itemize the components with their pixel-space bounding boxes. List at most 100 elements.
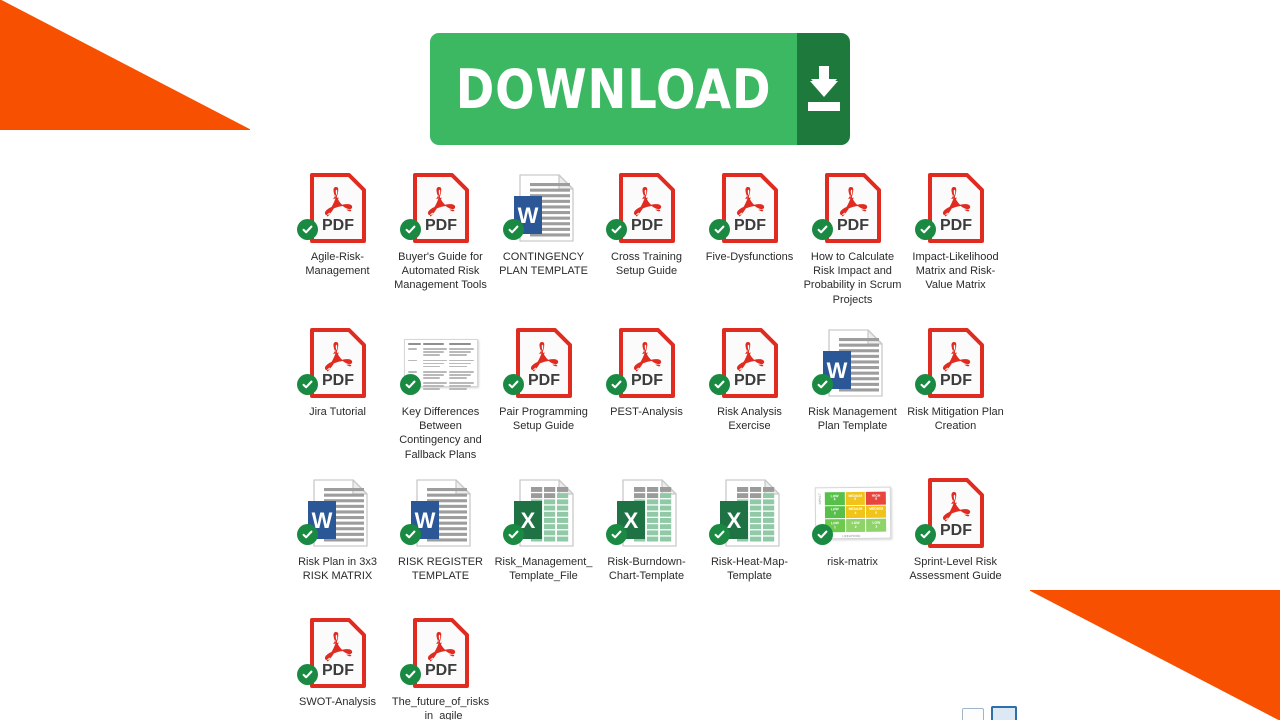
- file-thumbnail[interactable]: W: [810, 325, 896, 401]
- file-thumbnail[interactable]: PDF: [295, 325, 381, 401]
- file-thumbnail[interactable]: W: [295, 475, 381, 551]
- check-circle-icon: [296, 524, 318, 545]
- check-circle-icon: [605, 219, 627, 240]
- file-label: Risk Plan in 3x3 RISK MATRIX: [298, 556, 377, 583]
- file-label: Jira Tutorial: [309, 406, 366, 418]
- svg-text:PDF: PDF: [940, 217, 972, 234]
- file-label: CONTINGENCY PLAN TEMPLATE: [499, 251, 588, 278]
- file-item[interactable]: PDF The_future_of_risks_in_agile: [389, 611, 492, 720]
- file-item[interactable]: W CONTINGENCY PLAN TEMPLATE: [492, 166, 595, 321]
- file-thumbnail[interactable]: W: [501, 170, 587, 246]
- svg-text:PDF: PDF: [631, 217, 663, 234]
- check-circle-icon: [502, 374, 524, 395]
- file-thumbnail[interactable]: X: [501, 475, 587, 551]
- svg-text:PDF: PDF: [425, 217, 457, 234]
- check-circle-icon: [811, 374, 833, 395]
- file-thumbnail[interactable]: PDF: [501, 325, 587, 401]
- matrix-cell: LOW 2: [845, 519, 865, 533]
- file-item[interactable]: PDF Cross Training Setup Guide: [595, 166, 698, 321]
- file-label: Five-Dysfunctions: [705, 251, 794, 263]
- file-label: Cross Training Setup Guide: [611, 251, 682, 278]
- matrix-cell: LOW 2: [824, 505, 845, 519]
- matrix-cell: LOW 4: [824, 492, 844, 505]
- file-item[interactable]: PDF Jira Tutorial: [286, 321, 389, 471]
- check-circle-icon: [811, 524, 833, 545]
- file-thumbnail[interactable]: PDF: [707, 170, 793, 246]
- page-canvas: DOWNLOAD PDF Agile-Risk-Management PDF Buye…: [0, 0, 1280, 720]
- file-item[interactable]: PDF Pair Programming Setup Guide: [492, 321, 595, 471]
- check-circle-icon: [914, 219, 936, 240]
- check-circle-icon: [708, 219, 730, 240]
- file-item[interactable]: W Risk Management Plan Template: [801, 321, 904, 471]
- file-item[interactable]: PDF SWOT-Analysis: [286, 611, 389, 720]
- matrix-cell: MEDIUM 4: [845, 505, 865, 519]
- svg-text:PDF: PDF: [322, 662, 354, 679]
- file-item[interactable]: Key Differences Between Contingency and …: [389, 321, 492, 471]
- file-thumbnail[interactable]: PDF: [913, 475, 999, 551]
- svg-text:PDF: PDF: [528, 372, 560, 389]
- file-label: Risk Management Plan Template: [808, 406, 897, 433]
- matrix-cell: LOW 3: [866, 519, 886, 532]
- file-thumbnail[interactable]: X: [707, 475, 793, 551]
- check-circle-icon: [399, 664, 421, 685]
- file-label: How to Calculate Risk Impact and Probabi…: [803, 251, 902, 306]
- file-thumbnail[interactable]: PDF: [707, 325, 793, 401]
- file-label: Sprint-Level Risk Assessment Guide: [909, 556, 1002, 583]
- file-thumbnail[interactable]: [398, 325, 484, 401]
- file-label: risk-matrix: [827, 556, 878, 568]
- file-item[interactable]: PDF Risk Analysis Exercise: [698, 321, 801, 471]
- file-item[interactable]: W Risk Plan in 3x3 RISK MATRIX: [286, 471, 389, 611]
- file-item[interactable]: X Risk-Heat-Map-Template: [698, 471, 801, 611]
- file-item[interactable]: PDF Buyer's Guide for Automated Risk Mana…: [389, 166, 492, 321]
- check-circle-icon: [914, 374, 936, 395]
- file-item[interactable]: PDF Impact-Likelihood Matrix and Risk-Val…: [904, 166, 1007, 321]
- check-circle-icon: [399, 219, 421, 240]
- file-thumbnail[interactable]: X: [604, 475, 690, 551]
- download-arrow-icon: [808, 66, 841, 111]
- file-label: SWOT-Analysis: [298, 696, 376, 708]
- file-thumbnail[interactable]: PDF: [398, 615, 484, 691]
- svg-text:PDF: PDF: [734, 217, 766, 234]
- file-thumbnail[interactable]: LOW 4 MEDIUM 6 HIGH 9 LOW 2 MEDIUM 4 MEDIUM 6 LOW 1 LO…: [810, 475, 896, 551]
- file-thumbnail[interactable]: PDF: [913, 325, 999, 401]
- check-circle-icon: [708, 524, 730, 545]
- check-circle-icon: [811, 219, 833, 240]
- check-circle-icon: [914, 524, 936, 545]
- download-button[interactable]: DOWNLOAD: [430, 33, 850, 145]
- file-thumbnail[interactable]: PDF: [295, 170, 381, 246]
- file-thumbnail[interactable]: PDF: [913, 170, 999, 246]
- download-button-label: DOWNLOAD: [455, 57, 772, 121]
- file-item[interactable]: W RISK REGISTER TEMPLATE: [389, 471, 492, 611]
- file-item[interactable]: PDF PEST-Analysis: [595, 321, 698, 471]
- file-label: Risk Analysis Exercise: [717, 406, 782, 433]
- file-thumbnail[interactable]: W: [398, 475, 484, 551]
- file-item[interactable]: PDF Risk Mitigation Plan Creation: [904, 321, 1007, 471]
- file-label: Agile-Risk-Management: [305, 251, 370, 278]
- file-item[interactable]: LOW 4 MEDIUM 6 HIGH 9 LOW 2 MEDIUM 4 MEDIUM 6 LOW 1 LO…: [801, 471, 904, 611]
- file-item[interactable]: PDF Agile-Risk-Management: [286, 166, 389, 321]
- check-circle-icon: [296, 374, 318, 395]
- svg-text:PDF: PDF: [940, 372, 972, 389]
- file-item[interactable]: PDF Sprint-Level Risk Assessment Guide: [904, 471, 1007, 611]
- file-thumbnail[interactable]: PDF: [398, 170, 484, 246]
- check-circle-icon: [502, 524, 524, 545]
- svg-text:PDF: PDF: [837, 217, 869, 234]
- file-item[interactable]: X Risk_Management_Template_File: [492, 471, 595, 611]
- file-label: Risk-Burndown-Chart-Template: [607, 556, 686, 583]
- svg-text:PDF: PDF: [631, 372, 663, 389]
- download-button-label-panel: DOWNLOAD: [430, 33, 798, 145]
- file-item[interactable]: PDF How to Calculate Risk Impact and Prob…: [801, 166, 904, 321]
- file-thumbnail[interactable]: PDF: [295, 615, 381, 691]
- file-item[interactable]: PDF Five-Dysfunctions: [698, 166, 801, 321]
- file-label: Risk-Heat-Map-Template: [710, 556, 788, 583]
- file-thumbnail[interactable]: PDF: [604, 170, 690, 246]
- bottom-edge-partial-icons: [962, 706, 1017, 720]
- file-thumbnail[interactable]: PDF: [810, 170, 896, 246]
- svg-text:PDF: PDF: [940, 522, 972, 539]
- file-item[interactable]: X Risk-Burndown-Chart-Template: [595, 471, 698, 611]
- check-circle-icon: [296, 219, 318, 240]
- check-circle-icon: [296, 664, 318, 685]
- check-circle-icon: [605, 374, 627, 395]
- file-label: RISK REGISTER TEMPLATE: [398, 556, 483, 583]
- file-thumbnail[interactable]: PDF: [604, 325, 690, 401]
